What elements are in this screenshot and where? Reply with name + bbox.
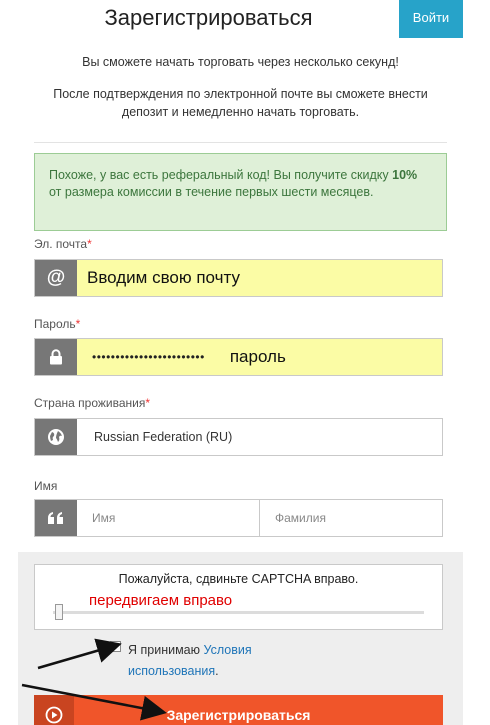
password-label: Пароль* (34, 317, 80, 331)
play-icon (34, 695, 74, 725)
register-button[interactable]: Зарегистрироваться (34, 695, 443, 725)
last-name-input[interactable]: Фамилия (259, 500, 442, 536)
captcha-hint: передвигаем вправо (89, 592, 233, 609)
login-button[interactable]: Войти (399, 0, 463, 38)
password-note: пароль (229, 347, 286, 366)
terms-suffix: . (215, 664, 219, 678)
email-label-text: Эл. почта (34, 237, 88, 251)
required-mark: * (87, 237, 92, 251)
referral-text-after: от размера комиссии в течение первых шес… (49, 185, 374, 199)
password-label-text: Пароль (34, 317, 76, 331)
password-dots: •••••••••••••••••••••••• (92, 350, 205, 364)
at-symbol: @ (46, 267, 66, 288)
register-button-label: Зарегистрироваться (166, 707, 311, 723)
page-title: Зарегистрироваться (104, 5, 313, 30)
divider (34, 142, 447, 143)
at-icon: @ (35, 260, 77, 296)
password-field[interactable]: •••••••••••••••••••••••• пароль (34, 338, 443, 376)
page-gutter-left (0, 0, 18, 725)
email-field[interactable]: @ Вводим свою почту (34, 259, 443, 297)
first-name-input[interactable]: Имя (77, 500, 259, 536)
country-select[interactable]: Russian Federation (RU) (34, 418, 443, 456)
captcha-slider-handle[interactable] (55, 604, 63, 620)
required-mark: * (145, 396, 150, 410)
referral-discount: 10% (392, 168, 418, 182)
terms-checkbox[interactable] (110, 641, 121, 652)
email-label: Эл. почта* (34, 237, 92, 251)
referral-alert: Похоже, у вас есть реферальный код! Вы п… (34, 153, 447, 231)
captcha-slider-track[interactable] (53, 611, 424, 614)
captcha-box: Пожалуйста, сдвиньте CAPTCHA вправо. пер… (34, 564, 443, 630)
password-input[interactable]: •••••••••••••••••••••••• пароль (77, 339, 442, 375)
registration-panel: Зарегистрироваться Войти Вы сможете нача… (18, 0, 463, 725)
globe-icon (35, 419, 77, 455)
quote-icon (35, 500, 77, 536)
name-label: Имя (34, 479, 58, 493)
referral-text-before: Похоже, у вас есть реферальный код! Вы п… (49, 168, 389, 182)
country-label: Страна проживания* (34, 396, 150, 410)
country-value-cell[interactable]: Russian Federation (RU) (77, 419, 442, 455)
email-value: Вводим свою почту (87, 268, 240, 287)
terms-text: Я принимаю Условия использования. (128, 640, 328, 682)
name-field: Имя Фамилия (34, 499, 443, 537)
country-label-text: Страна проживания (34, 396, 146, 410)
country-value: Russian Federation (RU) (94, 430, 233, 444)
page-gutter-right (463, 0, 490, 725)
intro-line-2: После подтверждения по электронной почте… (53, 87, 428, 119)
captcha-instruction: Пожалуйста, сдвиньте CAPTCHA вправо. (118, 572, 359, 586)
terms-prefix: Я принимаю (128, 643, 201, 657)
email-input[interactable]: Вводим свою почту (77, 260, 442, 296)
header: Зарегистрироваться Войти (18, 0, 463, 38)
bottom-area: Пожалуйста, сдвиньте CAPTCHA вправо. пер… (18, 552, 463, 725)
lock-icon (35, 339, 77, 375)
intro-line-1: Вы сможете начать торговать через нескол… (82, 55, 399, 69)
required-mark: * (75, 317, 81, 331)
